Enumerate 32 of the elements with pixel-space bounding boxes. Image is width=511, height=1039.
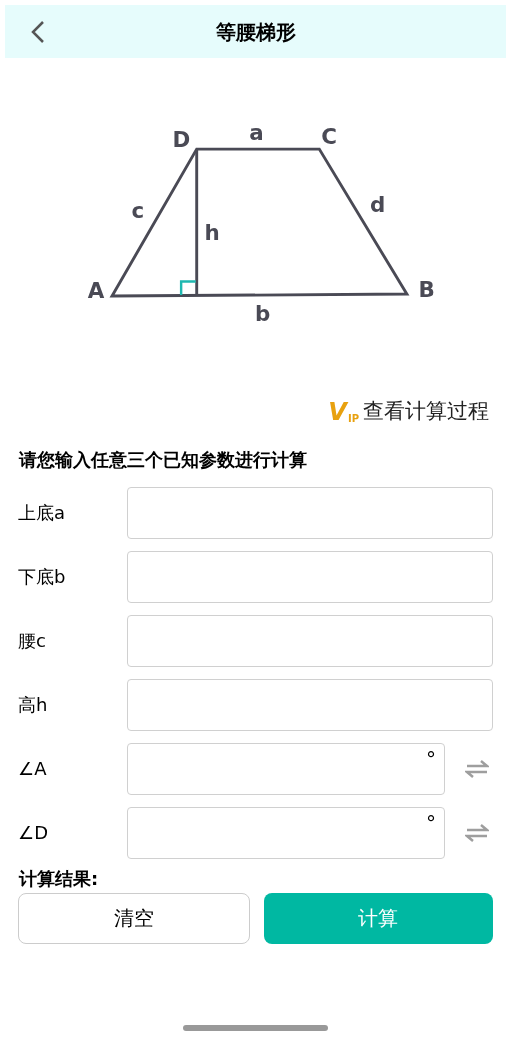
- field-label: ∠A: [18, 757, 48, 781]
- vertex-label: C: [321, 124, 337, 150]
- page-title: 等腰梯形: [215, 18, 296, 46]
- degree-unit: °: [426, 809, 436, 837]
- input-field[interactable]: [126, 550, 493, 603]
- right-angle-mark: [179, 280, 196, 296]
- input-field[interactable]: [126, 614, 493, 667]
- side-label: c: [131, 198, 145, 224]
- input-field[interactable]: °: [127, 742, 445, 795]
- vertex-label: B: [418, 277, 435, 302]
- back-icon[interactable]: [31, 20, 45, 44]
- side-label: h: [204, 219, 220, 245]
- side-label: b: [255, 301, 271, 327]
- vip-icon: VIP: [328, 399, 359, 424]
- instruction-text: 请您输入任意三个已知参数进行计算: [19, 447, 308, 472]
- field-label: 下底b: [18, 565, 67, 589]
- swap-icon[interactable]: [465, 758, 489, 779]
- input-field[interactable]: °: [127, 806, 445, 859]
- field-label: ∠D: [18, 821, 49, 845]
- field-label: 腰c: [18, 629, 47, 653]
- field-label: 上底a: [18, 501, 67, 525]
- side-label: a: [249, 120, 264, 146]
- side-label: d: [369, 192, 386, 218]
- result-heading: 计算结果:: [19, 866, 100, 891]
- swap-icon[interactable]: [465, 822, 489, 843]
- vertex-label: A: [87, 277, 105, 303]
- degree-unit: °: [426, 745, 436, 773]
- vertex-label: D: [172, 127, 191, 153]
- field-label: 高h: [18, 693, 49, 717]
- input-field[interactable]: [126, 486, 493, 539]
- input-field[interactable]: [126, 678, 493, 731]
- clear-button[interactable]: 清空: [18, 892, 250, 944]
